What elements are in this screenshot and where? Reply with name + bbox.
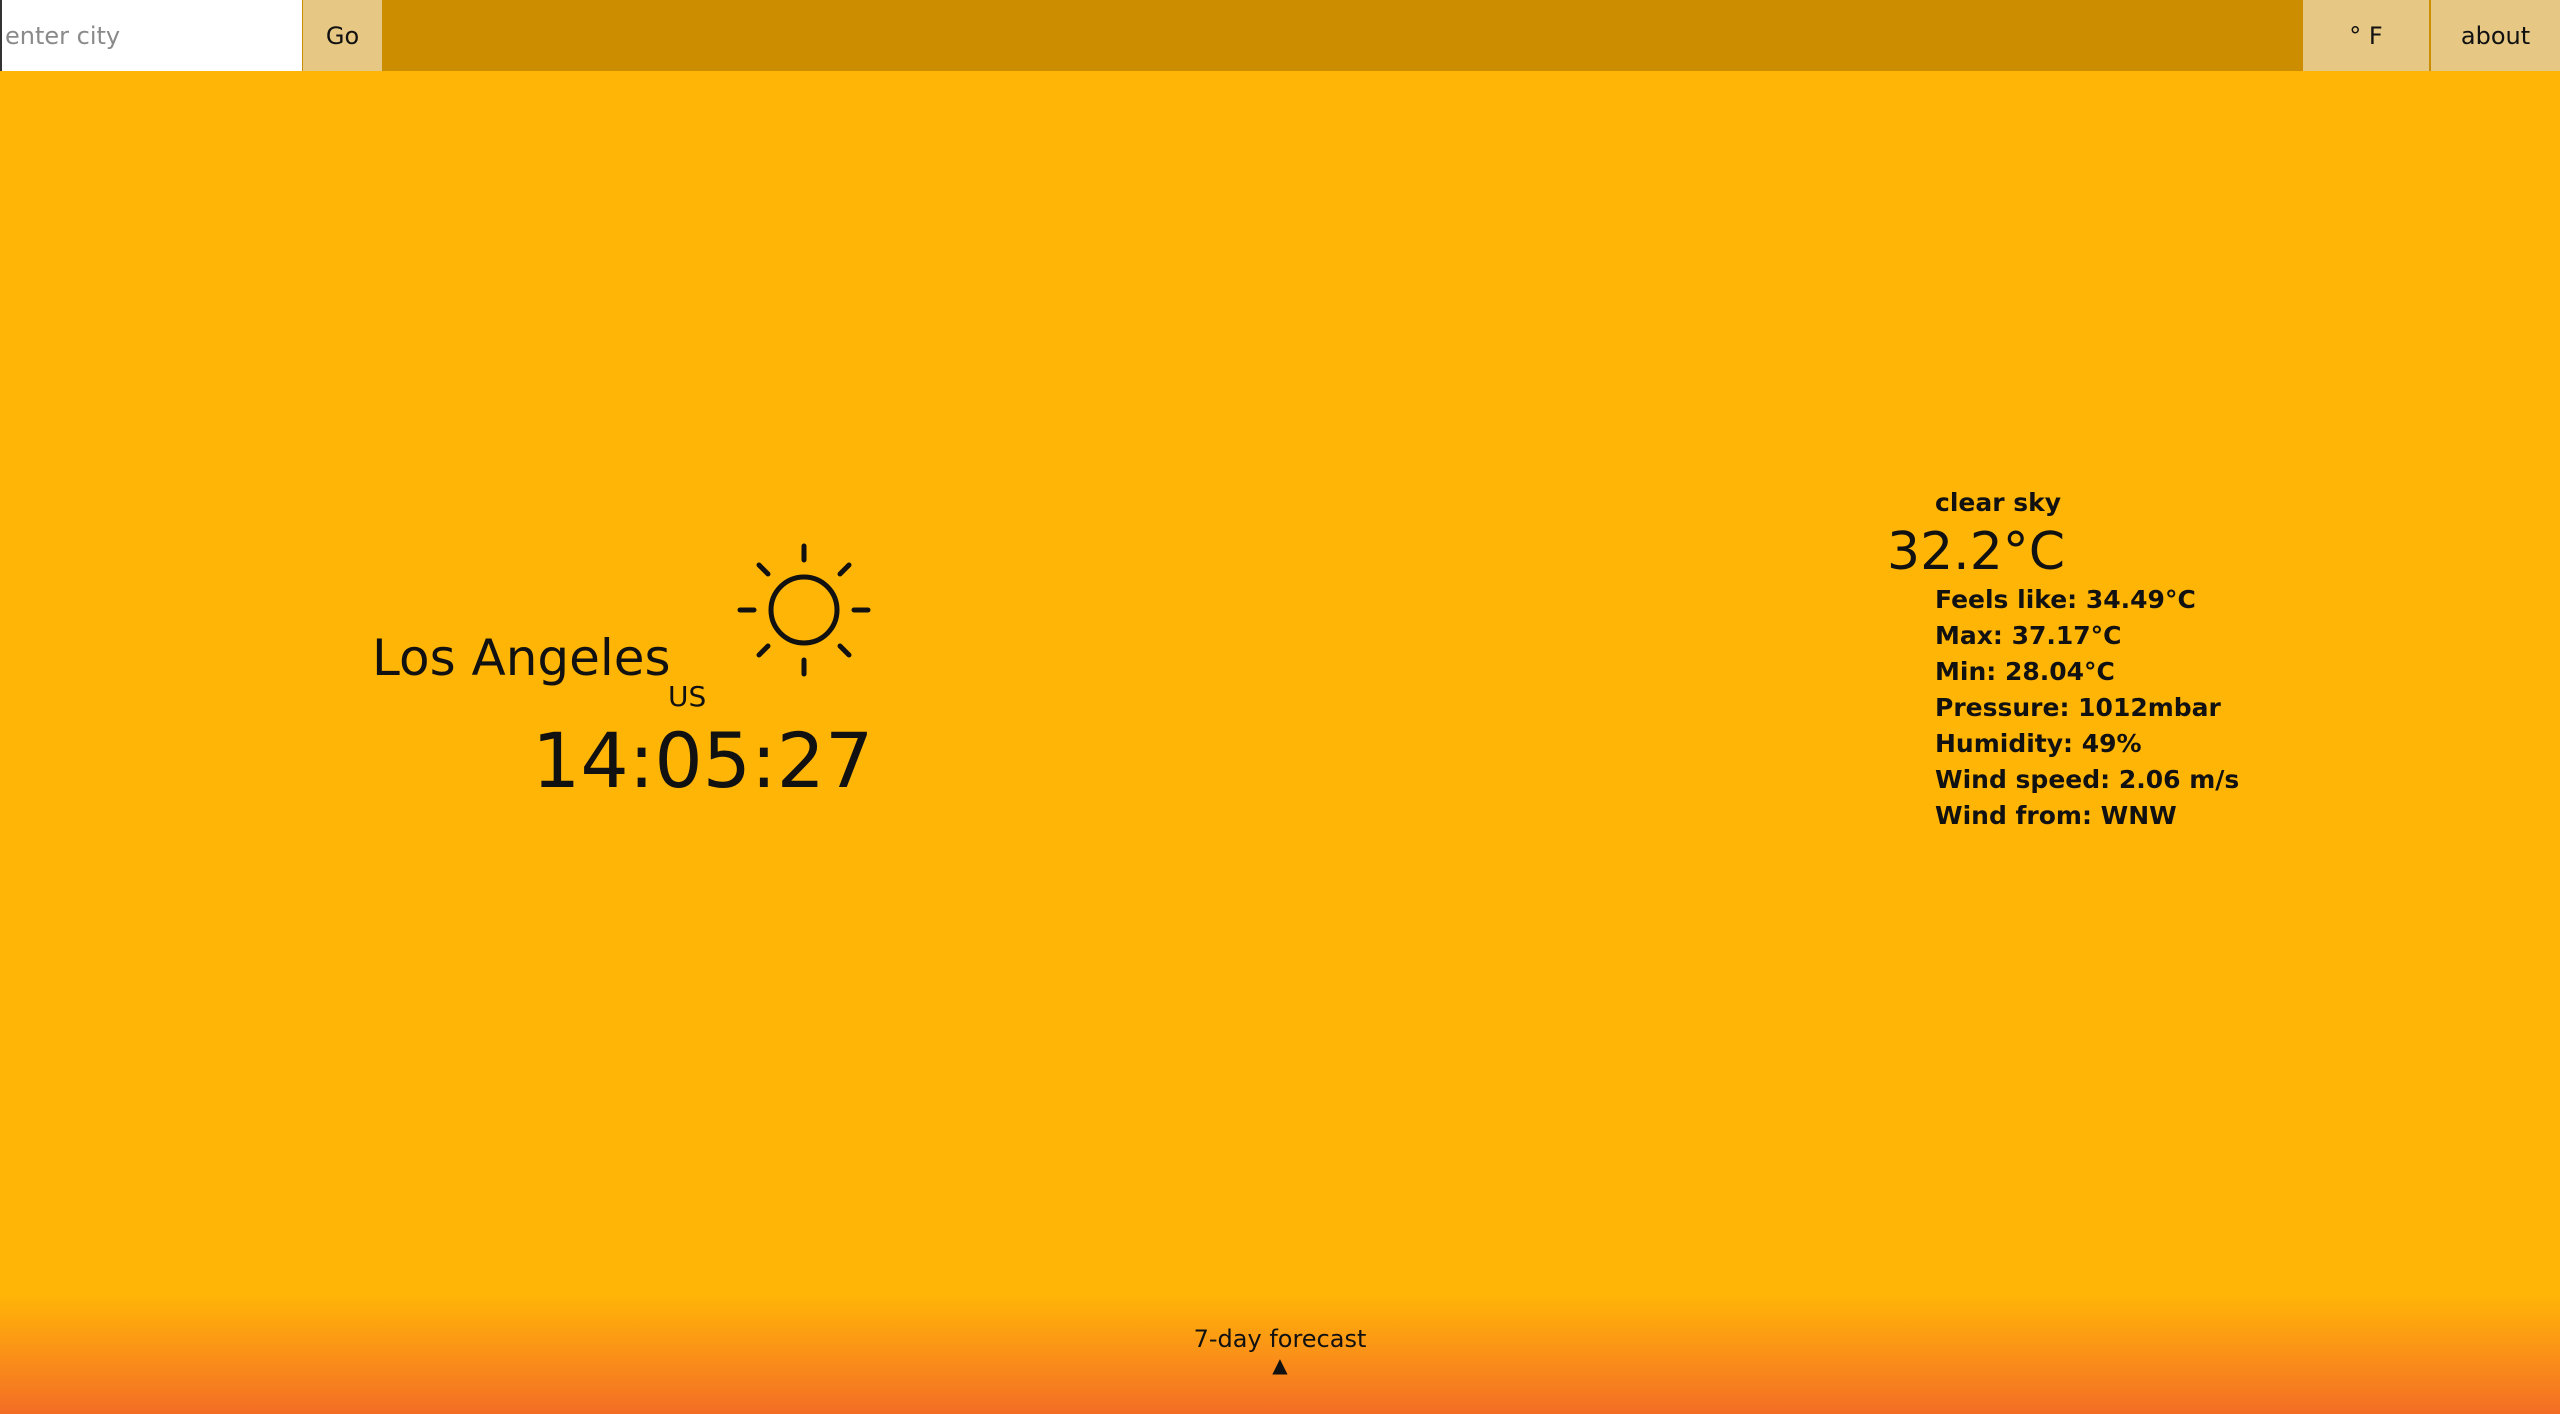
detail-min-temp: Min: 28.04°C xyxy=(1935,657,2115,686)
country-code: US xyxy=(668,680,707,713)
detail-wind-direction: Wind from: WNW xyxy=(1935,801,2177,830)
city-search-input[interactable] xyxy=(0,0,302,71)
current-temperature: 32.2°C xyxy=(1887,522,2066,582)
forecast-toggle-button[interactable]: 7-day forecast ▲ xyxy=(1194,1324,1367,1376)
weather-details-list: Feels like: 34.49°C Max: 37.17°C Min: 28… xyxy=(1935,582,2239,834)
unit-toggle-button[interactable]: ° F xyxy=(2303,0,2429,71)
city-name: Los Angeles xyxy=(372,629,671,687)
about-button[interactable]: about xyxy=(2431,0,2560,71)
detail-wind-speed: Wind speed: 2.06 m/s xyxy=(1935,765,2240,794)
detail-humidity: Humidity: 49% xyxy=(1935,729,2142,758)
forecast-label[interactable]: 7-day forecast xyxy=(1194,1324,1367,1354)
go-button[interactable]: Go xyxy=(303,0,382,71)
local-time-clock: 14:05:27 xyxy=(532,716,874,805)
sun-icon xyxy=(737,543,871,677)
detail-max-temp: Max: 37.17°C xyxy=(1935,621,2122,650)
caret-up-icon[interactable]: ▲ xyxy=(1272,1354,1287,1376)
top-bar: Go ° F about xyxy=(0,0,2560,71)
detail-pressure: Pressure: 1012mbar xyxy=(1935,693,2221,722)
detail-feels-like: Feels like: 34.49°C xyxy=(1935,585,2196,614)
weather-description: clear sky xyxy=(1935,488,2062,517)
